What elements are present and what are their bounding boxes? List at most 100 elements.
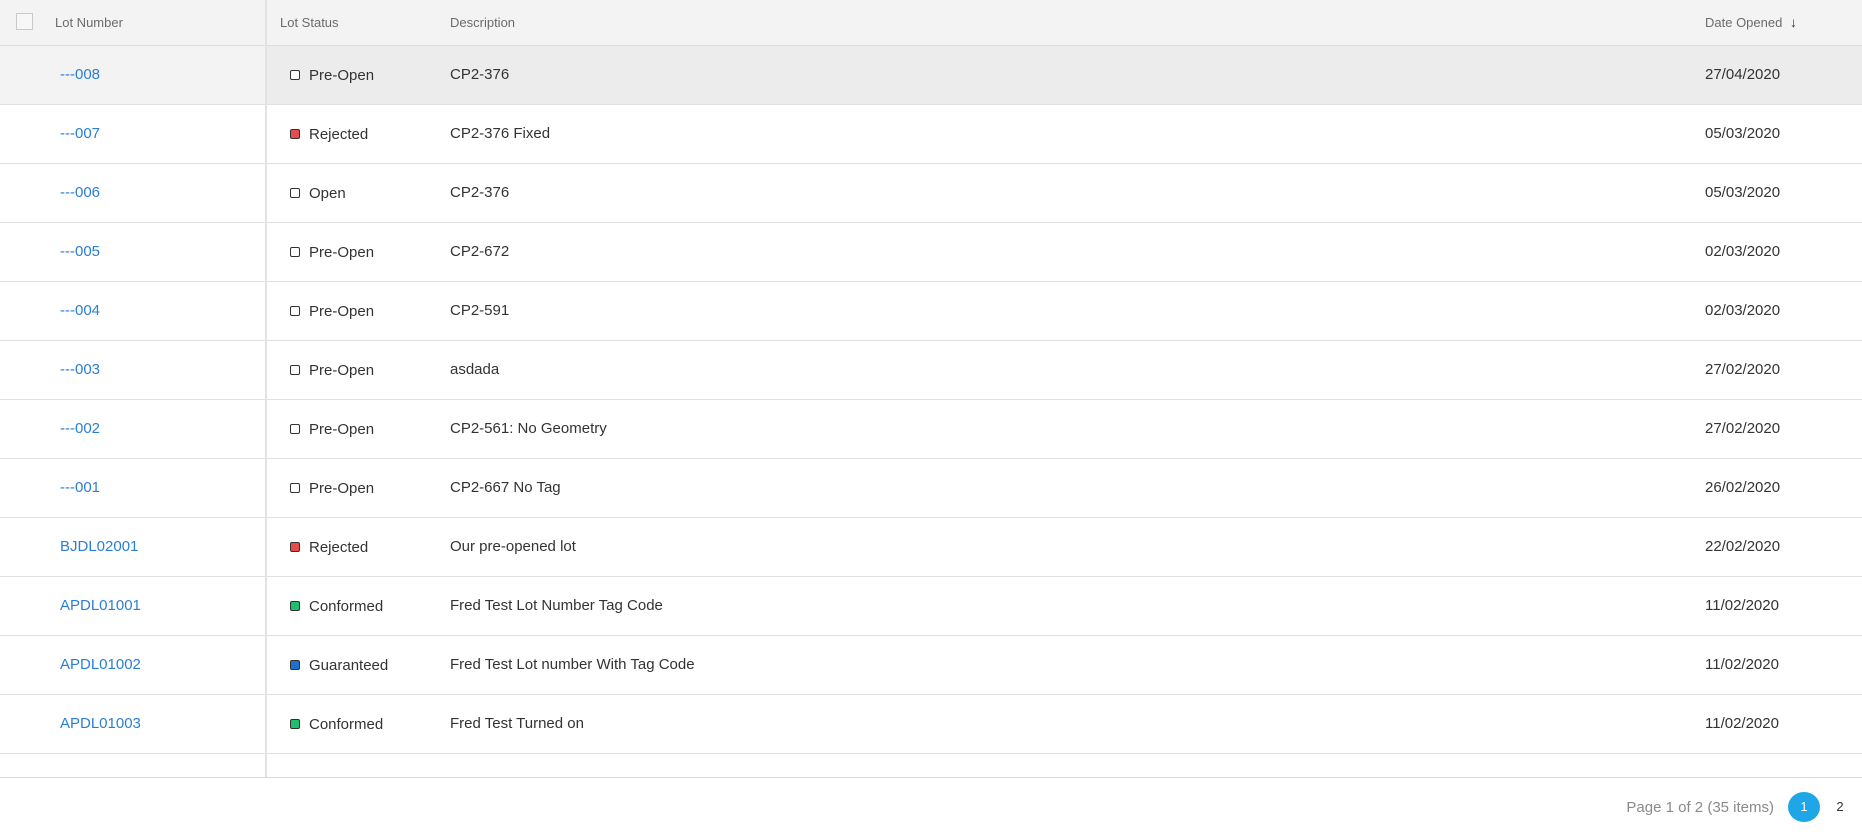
sort-descending-icon: ↓ bbox=[1789, 14, 1797, 30]
column-header-lot-number[interactable]: Lot Number bbox=[55, 0, 123, 45]
date-opened-cell: 22/02/2020 bbox=[1705, 538, 1781, 555]
column-header-lot-status[interactable]: Lot Status bbox=[280, 0, 339, 45]
description-cell: CP2-672 bbox=[450, 243, 510, 260]
lot-status-cell: Pre-Open bbox=[290, 46, 374, 104]
lot-status-label: Pre-Open bbox=[309, 361, 375, 379]
lot-number-link[interactable]: ---006 bbox=[60, 164, 100, 222]
lot-status-cell: Pre-Open bbox=[290, 400, 374, 458]
column-header-date-opened-label: Date Opened bbox=[1705, 15, 1783, 30]
status-square-icon bbox=[290, 483, 300, 493]
lot-number-link[interactable]: ---004 bbox=[60, 282, 100, 340]
status-square-icon bbox=[290, 542, 300, 552]
table-row[interactable]: ---008 Pre-Open CP2-376 27/04/2020 bbox=[0, 46, 1862, 105]
status-square-icon bbox=[290, 424, 300, 434]
lot-status-label: Open bbox=[309, 184, 346, 202]
date-opened-cell: 05/03/2020 bbox=[1705, 125, 1781, 142]
date-opened-cell: 27/02/2020 bbox=[1705, 361, 1781, 378]
lot-status-cell: Conformed bbox=[290, 695, 383, 753]
frozen-column-divider bbox=[265, 0, 267, 777]
page-button-1[interactable]: 1 bbox=[1788, 792, 1820, 822]
description-cell: asdada bbox=[450, 361, 500, 378]
date-opened-cell: 11/02/2020 bbox=[1705, 715, 1779, 732]
table-row[interactable]: APDL01002 Guaranteed Fred Test Lot number … bbox=[0, 636, 1862, 695]
description-cell: Fred Test Turned on bbox=[450, 715, 584, 732]
table-row[interactable]: ---001 Pre-Open CP2-667 No Tag 26/02/2020 bbox=[0, 459, 1862, 518]
lot-status-label: Pre-Open bbox=[309, 302, 375, 320]
status-square-icon bbox=[290, 601, 300, 611]
lot-status-cell: Open bbox=[290, 164, 346, 222]
lot-status-label: Pre-Open bbox=[309, 243, 375, 261]
table-row[interactable]: ---006 Open CP2-376 05/03/2020 bbox=[0, 164, 1862, 223]
frozen-cell-background bbox=[0, 46, 265, 104]
table-row[interactable]: ---002 Pre-Open CP2-561: No Geometry 27/02/… bbox=[0, 400, 1862, 459]
lot-status-label: Guaranteed bbox=[309, 656, 389, 674]
date-opened-cell: 11/02/2020 bbox=[1705, 597, 1779, 614]
status-square-icon bbox=[290, 129, 300, 139]
description-cell: Fred Test Lot number With Tag Code bbox=[450, 656, 695, 673]
lot-status-cell: Guaranteed bbox=[290, 636, 388, 694]
page-button-2[interactable]: 2 bbox=[1824, 792, 1856, 822]
date-opened-cell: 05/03/2020 bbox=[1705, 184, 1781, 201]
description-cell: Fred Test Lot Number Tag Code bbox=[450, 597, 663, 614]
date-opened-cell: 02/03/2020 bbox=[1705, 243, 1781, 260]
status-square-icon bbox=[290, 247, 300, 257]
table-row-partial bbox=[0, 754, 1862, 777]
lot-status-label: Pre-Open bbox=[309, 66, 375, 84]
date-opened-cell: 27/02/2020 bbox=[1705, 420, 1781, 437]
status-square-icon bbox=[290, 365, 300, 375]
lot-status-cell: Pre-Open bbox=[290, 459, 374, 517]
lot-number-link[interactable]: APDL01003 bbox=[60, 695, 141, 753]
date-opened-cell: 02/03/2020 bbox=[1705, 302, 1781, 319]
column-header-description[interactable]: Description bbox=[450, 0, 515, 45]
description-cell: CP2-376 bbox=[450, 66, 510, 83]
lot-number-link[interactable]: APDL01002 bbox=[60, 636, 141, 694]
lot-status-cell: Pre-Open bbox=[290, 223, 374, 281]
lot-number-link[interactable]: BJDL02001 bbox=[60, 518, 138, 576]
date-opened-cell: 26/02/2020 bbox=[1705, 479, 1781, 496]
status-square-icon bbox=[290, 188, 300, 198]
description-cell: CP2-667 No Tag bbox=[450, 479, 561, 496]
pager: Page 1 of 2 (35 items) 1 2 bbox=[1626, 792, 1862, 822]
description-cell: CP2-561: No Geometry bbox=[450, 420, 607, 437]
pager-info: Page 1 of 2 (35 items) bbox=[1626, 798, 1774, 816]
table-row[interactable]: BJDL02001 Rejected Our pre-opened lot 22/02… bbox=[0, 518, 1862, 577]
status-square-icon bbox=[290, 70, 300, 80]
description-cell: Our pre-opened lot bbox=[450, 538, 576, 555]
lot-number-link[interactable]: ---005 bbox=[60, 223, 100, 281]
lot-status-cell: Pre-Open bbox=[290, 341, 374, 399]
lot-status-cell: Rejected bbox=[290, 105, 368, 163]
table-row[interactable]: ---005 Pre-Open CP2-672 02/03/2020 bbox=[0, 223, 1862, 282]
lot-status-label: Rejected bbox=[309, 125, 369, 143]
lot-status-cell: Rejected bbox=[290, 518, 368, 576]
description-cell: CP2-376 Fixed bbox=[450, 125, 551, 142]
status-square-icon bbox=[290, 719, 300, 729]
column-header-date-opened[interactable]: Date Opened ↓ bbox=[1705, 0, 1797, 45]
lot-number-link[interactable]: ---008 bbox=[60, 46, 100, 104]
grid-body: ---008 Pre-Open CP2-376 27/04/2020 ---007 Rej… bbox=[0, 46, 1862, 777]
lot-status-label: Rejected bbox=[309, 538, 369, 556]
date-opened-cell: 11/02/2020 bbox=[1705, 656, 1779, 673]
table-row[interactable]: ---007 Rejected CP2-376 Fixed 05/03/2020 bbox=[0, 105, 1862, 164]
lot-number-link[interactable]: ---007 bbox=[60, 105, 100, 163]
lot-number-link[interactable]: APDL01001 bbox=[60, 577, 141, 635]
lot-status-label: Conformed bbox=[309, 715, 384, 733]
description-cell: CP2-376 bbox=[450, 184, 510, 201]
lot-number-link[interactable]: ---002 bbox=[60, 400, 100, 458]
date-opened-cell: 27/04/2020 bbox=[1705, 66, 1781, 83]
status-square-icon bbox=[290, 306, 300, 316]
table-row[interactable]: APDL01001 Conformed Fred Test Lot Number T… bbox=[0, 577, 1862, 636]
table-row[interactable]: ---003 Pre-Open asdada 27/02/2020 bbox=[0, 341, 1862, 400]
lots-grid: Lot Number Lot Status Description Date O… bbox=[0, 0, 1862, 778]
lot-number-link[interactable]: ---003 bbox=[60, 341, 100, 399]
status-square-icon bbox=[290, 660, 300, 670]
lot-status-label: Pre-Open bbox=[309, 420, 375, 438]
lot-status-label: Conformed bbox=[309, 597, 384, 615]
lot-status-cell: Conformed bbox=[290, 577, 383, 635]
table-row[interactable]: ---004 Pre-Open CP2-591 02/03/2020 bbox=[0, 282, 1862, 341]
lot-number-link[interactable]: ---001 bbox=[60, 459, 100, 517]
description-cell: CP2-591 bbox=[450, 302, 510, 319]
grid-header: Lot Number Lot Status Description Date O… bbox=[0, 0, 1862, 46]
table-row[interactable]: APDL01003 Conformed Fred Test Turned on 11/… bbox=[0, 695, 1862, 754]
lot-status-cell: Pre-Open bbox=[290, 282, 374, 340]
select-all-checkbox[interactable] bbox=[16, 13, 33, 30]
